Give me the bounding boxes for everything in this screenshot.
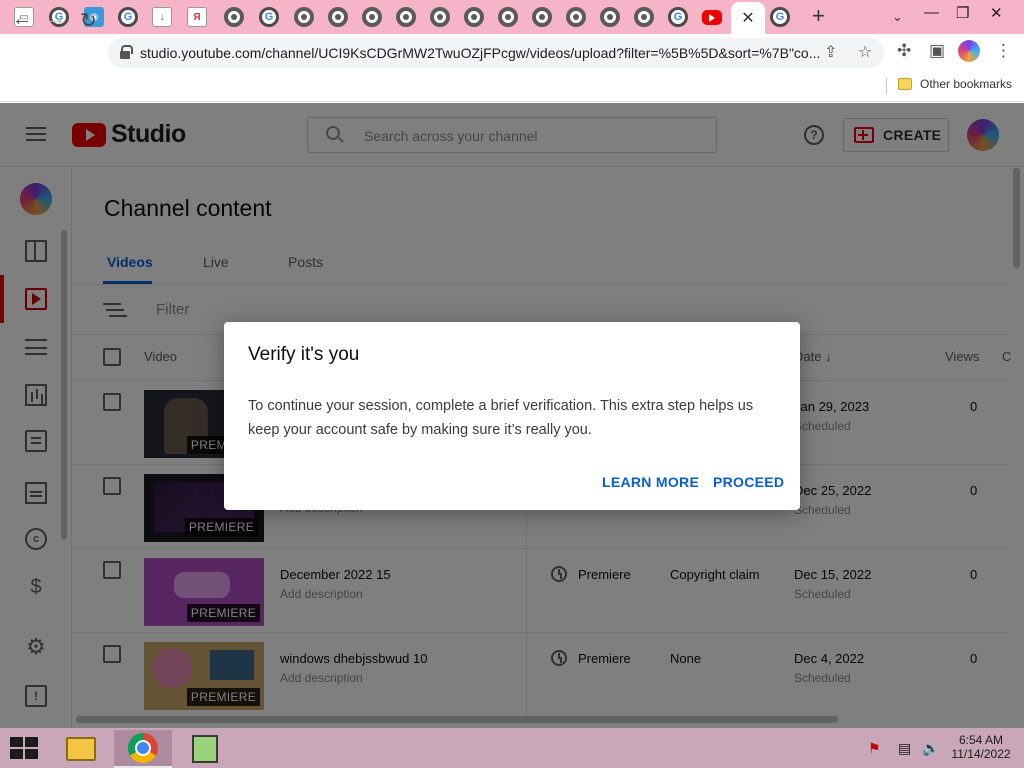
url-text[interactable]: studio.youtube.com/channel/UCI9KsCDGrMW2… xyxy=(140,45,820,61)
tab-chrome-icon[interactable] xyxy=(464,7,484,27)
bookmarks-separator xyxy=(886,77,887,95)
lock-icon[interactable] xyxy=(120,45,133,59)
file-explorer-icon[interactable] xyxy=(52,730,110,768)
minimize-icon[interactable]: — xyxy=(924,4,939,21)
tab-google-icon[interactable]: G xyxy=(259,7,279,27)
reload-icon[interactable]: ↻ xyxy=(80,8,97,33)
new-tab-button[interactable]: + xyxy=(812,3,825,29)
tab-chrome-icon[interactable] xyxy=(498,7,518,27)
system-clock[interactable]: 6:54 AM 11/14/2022 xyxy=(950,733,1012,761)
tab-chrome-icon[interactable] xyxy=(566,7,586,27)
tab-chrome-icon[interactable] xyxy=(532,7,552,27)
tab-google-icon[interactable]: G xyxy=(770,7,790,27)
tab-google-icon[interactable]: G xyxy=(668,7,688,27)
volume-icon[interactable]: 🔊 xyxy=(922,740,939,757)
green-app-taskbar-icon[interactable] xyxy=(176,730,234,768)
dialog-title: Verify it's you xyxy=(248,344,360,365)
tab-youtube-icon[interactable] xyxy=(702,10,722,25)
learn-more-button[interactable]: LEARN MORE xyxy=(602,474,699,490)
bookmark-star-icon[interactable]: ☆ xyxy=(858,42,872,62)
extensions-puzzle-icon[interactable]: ✣ xyxy=(897,41,911,61)
tab-chrome-icon[interactable] xyxy=(600,7,620,27)
tab-search-chevron-icon[interactable]: ⌄ xyxy=(892,9,903,25)
share-icon[interactable]: ⇪ xyxy=(824,42,837,62)
profile-avatar[interactable] xyxy=(958,40,980,62)
windows-start-icon[interactable] xyxy=(10,737,38,759)
network-icon[interactable]: ▤ xyxy=(898,740,911,757)
chrome-menu-icon[interactable]: ⋮ xyxy=(995,41,1012,61)
window-close-icon[interactable]: ✕ xyxy=(990,4,1003,22)
tab-chrome-icon[interactable] xyxy=(328,7,348,27)
bookmarks-bar xyxy=(0,72,1024,102)
tab-chrome-icon[interactable] xyxy=(294,7,314,27)
folder-icon xyxy=(898,78,912,90)
network-warning-icon[interactable]: ⚑ xyxy=(868,740,881,757)
clock-date: 11/14/2022 xyxy=(951,747,1011,761)
tab-chrome-icon[interactable] xyxy=(224,7,244,27)
screen: ▭ G ◉ G ↓ Я G G ✕ G + ⌄ — ❐ ✕ ← → ↻ stud… xyxy=(0,0,1024,768)
tab-yandex-icon[interactable]: Я xyxy=(187,7,207,27)
active-tab-close-button[interactable]: ✕ xyxy=(731,2,765,34)
restore-icon[interactable]: ❐ xyxy=(956,4,969,22)
tab-chrome-icon[interactable] xyxy=(396,7,416,27)
clock-time: 6:54 AM xyxy=(958,733,1004,747)
tab-chrome-icon[interactable] xyxy=(634,7,654,27)
tab-google-icon[interactable]: G xyxy=(118,7,138,27)
verify-dialog: Verify it's you To continue your session… xyxy=(224,322,800,510)
chrome-taskbar-icon[interactable] xyxy=(114,730,172,768)
tab-download-icon[interactable]: ↓ xyxy=(152,7,172,27)
other-bookmarks-link[interactable]: Other bookmarks xyxy=(920,77,1012,91)
dialog-message: To continue your session, complete a bri… xyxy=(248,398,754,438)
forward-arrow-icon[interactable]: → xyxy=(46,8,66,31)
back-arrow-icon[interactable]: ← xyxy=(12,8,32,31)
side-panel-icon[interactable]: ▣ xyxy=(929,41,945,61)
proceed-button[interactable]: PROCEED xyxy=(713,474,784,490)
tab-chrome-icon[interactable] xyxy=(362,7,382,27)
tab-chrome-icon[interactable] xyxy=(430,7,450,27)
